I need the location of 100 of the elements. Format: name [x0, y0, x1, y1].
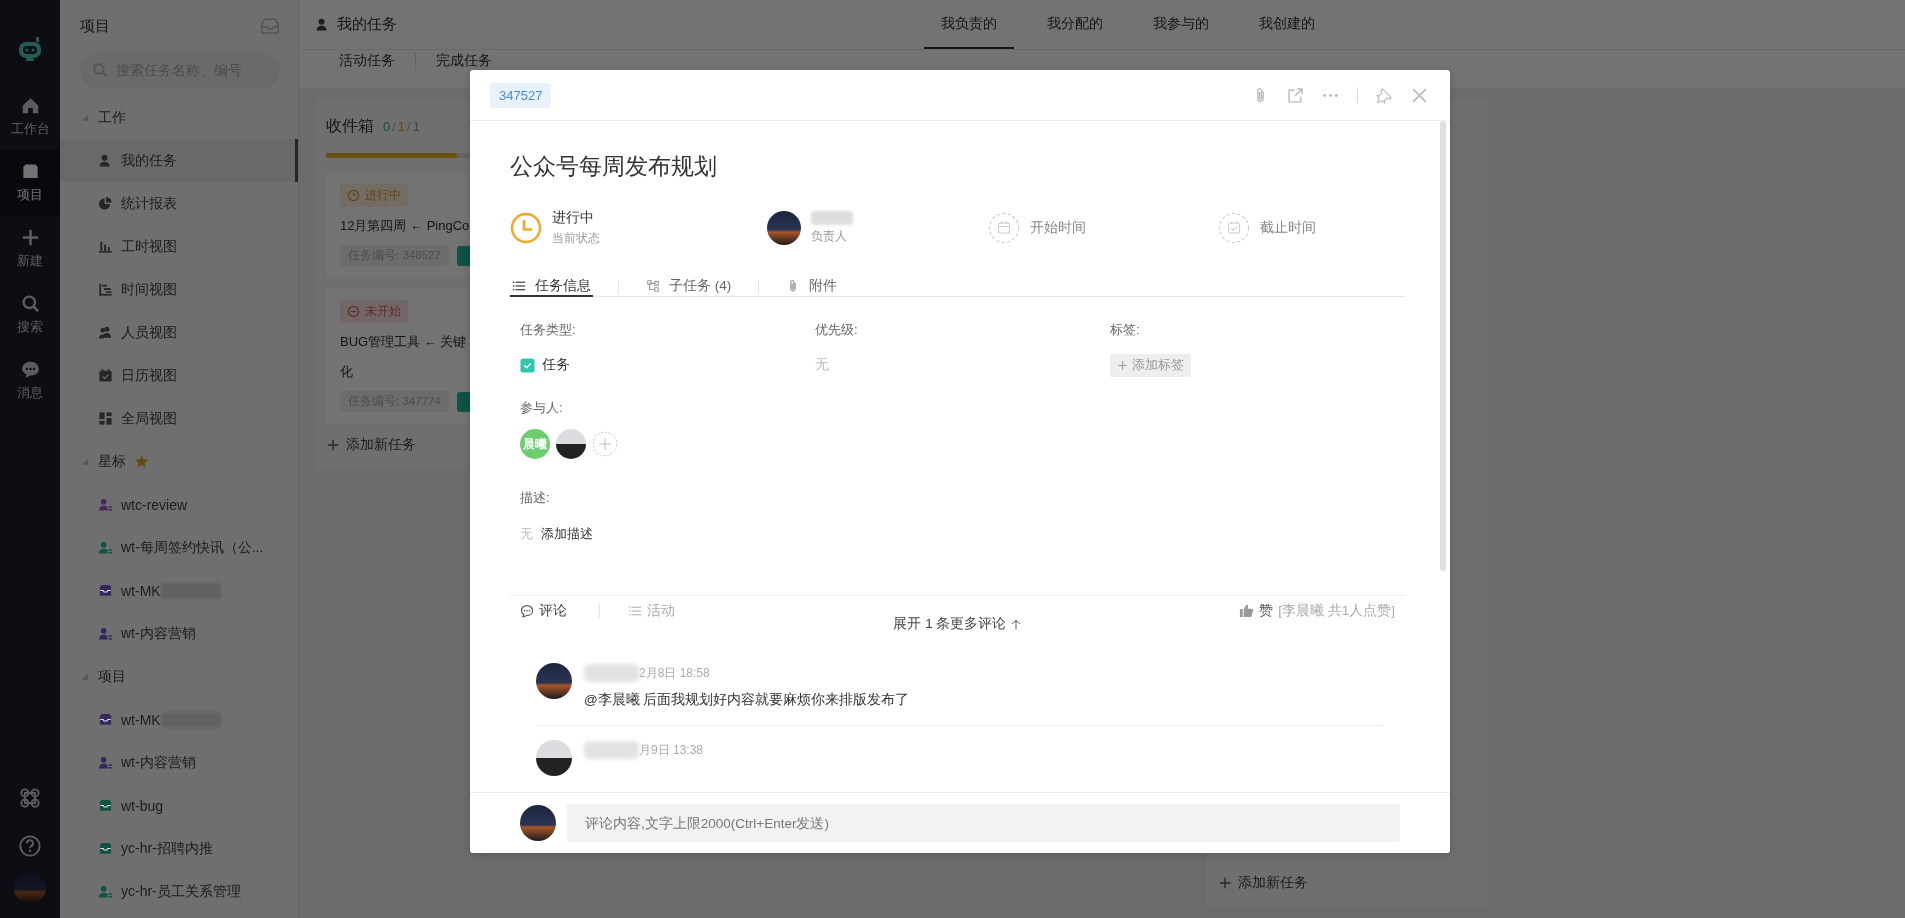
- blurred-name: [584, 741, 639, 759]
- pie-icon: [98, 196, 113, 211]
- person-icon: [98, 153, 113, 168]
- project-list-item[interactable]: wtc-review: [60, 483, 298, 526]
- comment-input[interactable]: 评论内容,文字上限2000(Ctrl+Enter发送): [567, 804, 1400, 842]
- thumbs-up-icon[interactable]: [1239, 603, 1255, 618]
- add-tag-button[interactable]: 添加标签: [1110, 353, 1191, 377]
- nav-item[interactable]: 工作台: [0, 84, 60, 150]
- field-caption: 负责人: [811, 228, 848, 245]
- empty-value: 无: [520, 525, 533, 543]
- nav-item[interactable]: 搜索: [0, 282, 60, 348]
- project-list-item[interactable]: 统计报表: [60, 182, 298, 225]
- detail-tab[interactable]: 任务信息: [510, 277, 593, 297]
- project-list-item[interactable]: wt-bug: [60, 784, 298, 827]
- task-title: 12月第四周 ← PingCo: [340, 217, 470, 235]
- comment-time: 2月8日 18:58: [639, 664, 710, 682]
- field-label: 任务类型:: [520, 321, 577, 339]
- status-value[interactable]: 进行中: [552, 209, 600, 227]
- user-avatar: [520, 805, 556, 841]
- triangle-icon: [80, 112, 90, 123]
- calendar-check-icon[interactable]: [1218, 212, 1250, 244]
- nav-item[interactable]: 项目: [0, 150, 60, 216]
- expand-comments-link[interactable]: 展开 1 条更多评论: [893, 615, 1022, 633]
- like-label[interactable]: 赞: [1259, 601, 1274, 620]
- project-list-item[interactable]: 人员视图: [60, 311, 298, 354]
- start-date-field[interactable]: 开始时间: [1030, 219, 1086, 237]
- comment-text: @李晨曦 后面我规划好内容就要麻烦你来排版发布了: [584, 691, 911, 709]
- home-icon: [20, 96, 40, 115]
- activity-tab[interactable]: 评论: [520, 601, 567, 620]
- member-avatar[interactable]: 晨曦: [520, 429, 550, 459]
- add-task-button[interactable]: 添加新任务: [1218, 872, 1488, 894]
- subtask-icon: [646, 279, 660, 293]
- list-icon: [512, 279, 526, 293]
- blurred-name: [811, 211, 853, 225]
- help-icon[interactable]: [19, 835, 41, 857]
- person-icon: [315, 17, 330, 32]
- nav-item[interactable]: 消息: [0, 348, 60, 414]
- due-date-field[interactable]: 截止时间: [1260, 219, 1316, 237]
- project-list-item[interactable]: wt-每周签约快讯（公...: [60, 526, 298, 569]
- add-description-link[interactable]: 添加描述: [541, 525, 593, 543]
- filter-tab[interactable]: 我参与的: [1136, 0, 1226, 49]
- type-marker: [456, 391, 471, 412]
- filter-tab[interactable]: 我创建的: [1242, 0, 1332, 49]
- detail-tab[interactable]: 附件: [784, 277, 840, 297]
- people-icon: [98, 325, 113, 340]
- pin-icon[interactable]: [1376, 86, 1393, 104]
- status-tag: 进行中: [340, 184, 408, 207]
- task-id-tag: 347527: [490, 82, 552, 108]
- field-caption: 当前状态: [552, 230, 600, 247]
- sub-tab[interactable]: 活动任务: [339, 52, 415, 70]
- status-tag: 未开始: [340, 300, 408, 323]
- user-avatar[interactable]: [14, 872, 46, 904]
- inbox-icon: [20, 162, 40, 181]
- task-title: BUG管理工具 ← 关键: [340, 333, 467, 351]
- field-value[interactable]: 任务: [542, 356, 570, 374]
- field-value[interactable]: 无: [815, 356, 829, 374]
- arrow-up-icon: [1009, 618, 1022, 630]
- external-link-icon[interactable]: [1287, 86, 1304, 104]
- project-list-item[interactable]: 全局视图: [60, 397, 298, 440]
- project-list-item[interactable]: 工时视图: [60, 225, 298, 268]
- plus-icon: [20, 228, 40, 247]
- detail-tab[interactable]: 子任务 (4): [644, 277, 734, 297]
- project-list-item[interactable]: wt-MK: [60, 569, 298, 612]
- type-marker: [456, 245, 471, 266]
- member-avatar[interactable]: [556, 429, 586, 459]
- field-label: 参与人:: [520, 399, 564, 417]
- assignee-avatar[interactable]: [767, 211, 801, 245]
- commenter-avatar: [536, 740, 572, 776]
- project-list-item[interactable]: yc-hr-员工关系管理: [60, 870, 298, 913]
- chat-bubble-icon: [20, 360, 40, 379]
- plus-icon: [1218, 876, 1232, 890]
- comment-time: 月9日 13:38: [639, 741, 704, 759]
- calendar-icon[interactable]: [988, 212, 1020, 244]
- clock-icon: [510, 212, 542, 244]
- filter-tab[interactable]: 我分配的: [1030, 0, 1120, 49]
- add-member-icon[interactable]: [592, 431, 618, 457]
- project-list-item[interactable]: yc-hr-招聘内推: [60, 827, 298, 870]
- plus-icon: [1117, 359, 1128, 371]
- activity-tab[interactable]: 活动: [628, 601, 675, 620]
- field-label: 描述:: [520, 489, 551, 507]
- project-list-item[interactable]: 我的任务: [60, 139, 298, 182]
- triangle-icon: [80, 456, 90, 467]
- project-list-item[interactable]: wt-内容营销: [60, 612, 298, 655]
- project-list-item[interactable]: wt-内容营销: [60, 741, 298, 784]
- project-list-item[interactable]: wt-MK: [60, 698, 298, 741]
- field-label: 标签:: [1110, 321, 1141, 339]
- nav-item[interactable]: 新建: [0, 216, 60, 282]
- group-header[interactable]: 工作: [60, 96, 298, 139]
- likers-text: [李晨曦 共1人点赞]: [1278, 601, 1395, 620]
- panel-title: 项目: [80, 16, 110, 36]
- group-header[interactable]: 星标: [60, 440, 298, 483]
- blurred-name: [584, 664, 639, 682]
- close-icon[interactable]: [1411, 86, 1428, 104]
- inbox-icon[interactable]: [260, 16, 280, 36]
- task-title: 公众号每周发布规划: [510, 152, 718, 181]
- command-icon[interactable]: [19, 787, 41, 809]
- group-header[interactable]: 项目: [60, 655, 298, 698]
- commenter-avatar: [536, 663, 572, 699]
- project-list-item[interactable]: 时间视图: [60, 268, 298, 311]
- project-list-item[interactable]: 日历视图: [60, 354, 298, 397]
